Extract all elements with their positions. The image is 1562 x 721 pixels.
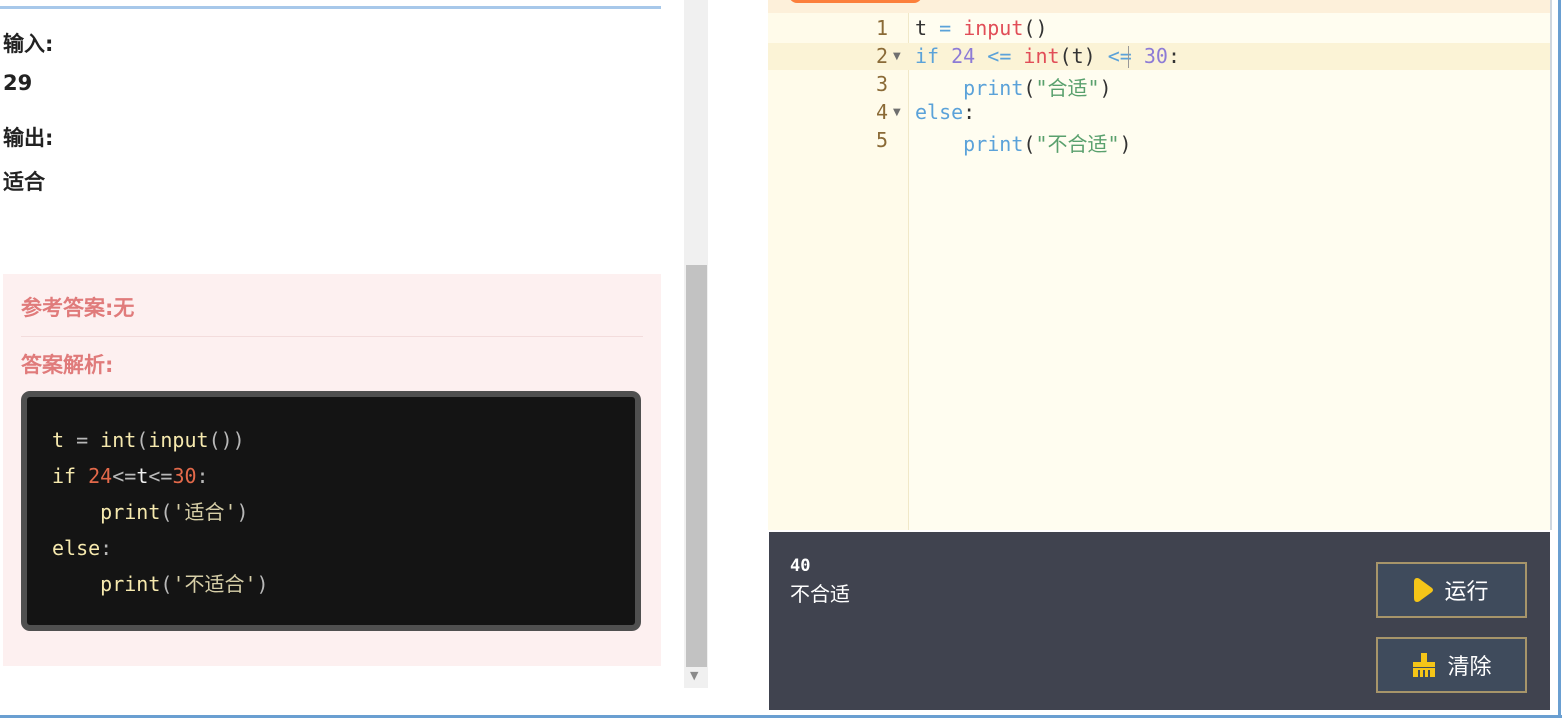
answer-box: 参考答案:无 答案解析: t = int(input()) if 24<=t<=… [3, 274, 661, 666]
problem-panel: 输入: 29 输出: 适合 参考答案:无 答案解析: t = int(input… [0, 0, 665, 721]
line-number: 2 [875, 44, 888, 68]
code-token: t [52, 428, 65, 452]
top-divider [0, 6, 661, 9]
play-icon [1414, 578, 1434, 602]
clear-button[interactable]: 清除 [1376, 637, 1527, 693]
editor-tab[interactable] [789, 0, 922, 3]
line-number: 5 [875, 128, 888, 152]
run-button[interactable]: 运行 [1376, 562, 1527, 618]
text-cursor [1128, 46, 1129, 68]
clear-button-label: 清除 [1447, 655, 1492, 680]
answer-code-line: t = int(input()) [52, 428, 245, 452]
frame-right-border [1558, 0, 1561, 718]
answer-code-line: if 24<=t<=30: [52, 464, 209, 488]
reference-answer: 参考答案:无 [21, 296, 135, 320]
scroll-down-icon[interactable]: ▼ [690, 669, 698, 682]
editor-code-line[interactable]: else: [915, 100, 975, 124]
editor-code-line[interactable]: print("不合适") [915, 128, 1131, 157]
answer-code-block: t = int(input()) if 24<=t<=30: print('适合… [21, 391, 641, 631]
answer-code-line: print('不适合') [100, 572, 269, 596]
editor-code-line[interactable]: if 24 <= int(t) <= 30: [915, 44, 1180, 68]
output-label: 输出: [3, 126, 54, 150]
console-input-echo: 40 [790, 556, 811, 576]
editor-code-line[interactable]: t = input() [915, 16, 1048, 40]
fold-arrow-icon[interactable]: ▼ [893, 107, 901, 118]
scrollbar-thumb[interactable] [686, 265, 707, 667]
answer-divider [21, 336, 643, 337]
run-button-label: 运行 [1444, 580, 1489, 605]
line-number: 1 [875, 16, 888, 40]
answer-code-line: print('适合') [100, 500, 249, 524]
input-label: 输入: [3, 32, 54, 56]
console-output: 不合适 [790, 582, 850, 606]
output-console: 40 不合适 运行 清除 [769, 532, 1550, 710]
line-number: 4 [875, 100, 888, 124]
output-value: 适合 [3, 170, 45, 194]
broom-icon [1413, 653, 1436, 677]
editor-border [1550, 0, 1552, 530]
frame-bottom-border [0, 715, 1562, 718]
fold-arrow-icon[interactable]: ▼ [893, 51, 901, 62]
answer-code-line: else: [52, 536, 113, 560]
input-value: 29 [3, 71, 33, 95]
editor-code-line[interactable]: print("合适") [915, 72, 1111, 101]
answer-explanation-label: 答案解析: [21, 353, 114, 377]
line-number: 3 [875, 72, 888, 96]
